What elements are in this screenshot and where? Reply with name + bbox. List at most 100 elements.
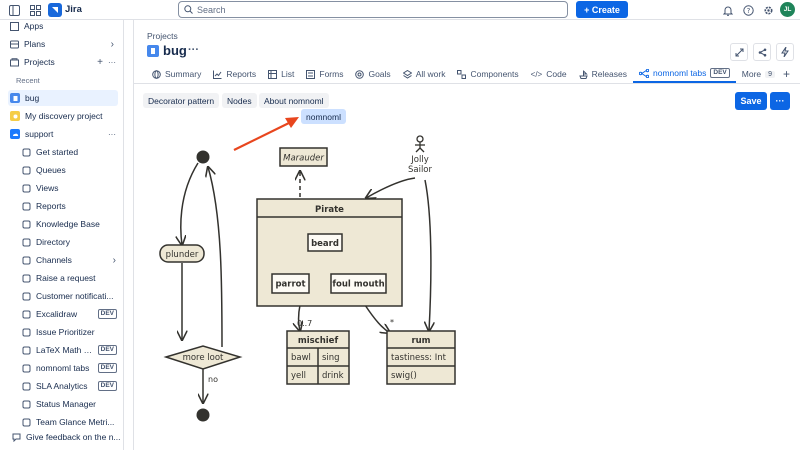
sidebar-item-apps[interactable]: Apps xyxy=(8,20,118,34)
more-count-badge: 9 xyxy=(765,70,776,78)
activity-end-node xyxy=(196,408,210,422)
tab-label: Code xyxy=(546,69,567,79)
tab-label: All work xyxy=(415,69,446,79)
sidebar-item-raise-a-request[interactable]: Raise a request xyxy=(20,270,120,286)
sidebar-item-nomnoml-tabs[interactable]: nomnoml tabs DEV xyxy=(20,360,120,376)
app-switcher-icon[interactable] xyxy=(29,4,41,16)
sidebar-item-my-discovery-project[interactable]: My discovery project xyxy=(8,108,118,124)
more-loot-label: more loot xyxy=(183,353,224,363)
excalidraw-icon xyxy=(22,310,31,319)
tab-summary[interactable]: Summary xyxy=(146,65,207,83)
app-name[interactable]: Jira xyxy=(65,4,82,15)
tab-label: List xyxy=(281,69,295,79)
page-title: bug xyxy=(163,43,187,58)
sidebar-item-get-started[interactable]: Get started xyxy=(20,144,120,160)
tab-more[interactable]: More 9 xyxy=(736,65,781,83)
subtab-decorator-pattern[interactable]: Decorator pattern xyxy=(143,93,220,108)
sidebar-toggle-icon[interactable] xyxy=(8,4,20,16)
chevron-right-icon[interactable]: › xyxy=(111,39,114,50)
sidebar-item-label: nomnoml tabs xyxy=(36,363,90,373)
sidebar-item-label: Raise a request xyxy=(36,273,96,283)
activity-start-node xyxy=(196,150,210,164)
create-button[interactable]: + Create xyxy=(576,1,628,18)
sidebar-item-knowledge-base[interactable]: Knowledge Base xyxy=(20,216,120,232)
latex-icon xyxy=(22,346,31,355)
sidebar-item-views[interactable]: Views xyxy=(20,180,120,196)
notifications-icon[interactable] xyxy=(722,4,734,16)
sidebar-item-excalidraw[interactable]: Excalidraw DEV xyxy=(20,306,120,322)
nodes-icon xyxy=(22,364,31,373)
sidebar-item-projects[interactable]: Projects + ··· xyxy=(8,54,118,70)
sailor-label: Sailor xyxy=(408,165,433,175)
add-icon[interactable]: + xyxy=(97,57,103,68)
sidebar-item-status-manager[interactable]: Status Manager xyxy=(20,396,120,412)
dev-badge: DEV xyxy=(97,345,117,355)
sidebar-item-customer-notificati[interactable]: Customer notificati... xyxy=(20,288,120,304)
sidebar-item-reports[interactable]: Reports xyxy=(20,198,120,214)
chart-icon xyxy=(213,70,222,79)
expand-button[interactable] xyxy=(730,43,748,61)
sidebar-item-latex-math-t[interactable]: LaTeX Math T... DEV xyxy=(20,342,120,358)
share-icon xyxy=(758,48,767,57)
tab-nomnoml-tabs[interactable]: nomnoml tabs DEV xyxy=(633,65,736,83)
help-icon[interactable]: ? xyxy=(742,4,754,16)
tab-list[interactable]: List xyxy=(262,65,300,83)
save-button[interactable]: Save xyxy=(735,92,767,110)
sidebar-item-team-glance-metri[interactable]: Team Glance Metri... xyxy=(20,414,120,430)
tab-label: Forms xyxy=(319,69,344,79)
list-icon xyxy=(268,69,278,79)
more-icon[interactable]: ··· xyxy=(108,58,116,67)
sidebar-item-label: Issue Prioritizer xyxy=(36,327,95,337)
breadcrumb[interactable]: Projects xyxy=(147,31,178,41)
rum-label: rum xyxy=(411,336,430,346)
sidebar-item-issue-prioritizer[interactable]: Issue Prioritizer xyxy=(20,324,120,340)
rocket-icon xyxy=(22,148,31,157)
add-tab-icon[interactable]: + xyxy=(783,65,790,83)
sidebar-item-sla-analytics[interactable]: SLA Analytics DEV xyxy=(20,378,120,394)
tab-goals[interactable]: Goals xyxy=(349,65,396,83)
tab-components[interactable]: Components xyxy=(451,65,524,83)
more-icon[interactable]: ··· xyxy=(108,130,116,139)
prioritizer-icon xyxy=(22,328,31,337)
tab-label: Releases xyxy=(591,69,627,79)
sla-icon xyxy=(22,382,31,391)
automation-button[interactable] xyxy=(776,43,794,61)
tab-code[interactable]: </> Code xyxy=(525,65,573,83)
nomnoml-diagram: plunder more loot no Marauder Jolly Sail… xyxy=(159,135,456,422)
sidebar-item-label: My discovery project xyxy=(25,111,103,121)
svg-text:?: ? xyxy=(746,7,750,15)
pirate-label: Pirate xyxy=(315,205,344,215)
sidebar-item-plans[interactable]: Plans › xyxy=(8,36,118,52)
title-more-button[interactable]: ··· xyxy=(188,44,199,56)
sidebar-item-label: Excalidraw xyxy=(36,309,78,319)
tab-label: Summary xyxy=(165,69,202,79)
share-button[interactable] xyxy=(753,43,771,61)
sidebar-item-queues[interactable]: Queues xyxy=(20,162,120,178)
project-tabs: Summary Reports List Forms Goals All wor… xyxy=(146,65,781,83)
search-input[interactable]: Search xyxy=(178,1,568,18)
settings-gear-icon[interactable] xyxy=(762,4,774,16)
more-actions-button[interactable]: ··· xyxy=(770,92,790,110)
sidebar-item-label: Directory xyxy=(36,237,71,247)
give-feedback-button[interactable]: Give feedback on the n... xyxy=(10,429,123,445)
discovery-project-icon xyxy=(10,111,20,121)
dev-badge: DEV xyxy=(97,381,117,391)
create-label: + Create xyxy=(584,4,620,15)
sidebar-item-channels[interactable]: Channels › xyxy=(20,252,120,268)
drink-label: drink xyxy=(322,371,344,381)
tab-label: nomnoml tabs xyxy=(653,68,707,78)
tab-releases[interactable]: Releases xyxy=(573,65,633,83)
sidebar-item-directory[interactable]: Directory xyxy=(20,234,120,250)
search-placeholder: Search xyxy=(197,4,226,15)
plans-icon xyxy=(10,40,19,49)
globe-icon xyxy=(152,69,161,79)
sidebar-item-bug[interactable]: bug xyxy=(8,90,118,106)
avatar[interactable]: JL xyxy=(780,2,795,17)
jira-logo-icon[interactable] xyxy=(48,3,62,17)
tab-all-work[interactable]: All work xyxy=(397,65,452,83)
sidebar-item-support[interactable]: support ··· xyxy=(8,126,118,142)
more-actions-label: ··· xyxy=(775,96,785,106)
tab-forms[interactable]: Forms xyxy=(300,65,349,83)
chevron-right-icon[interactable]: › xyxy=(113,255,116,266)
tab-reports[interactable]: Reports xyxy=(207,65,262,83)
